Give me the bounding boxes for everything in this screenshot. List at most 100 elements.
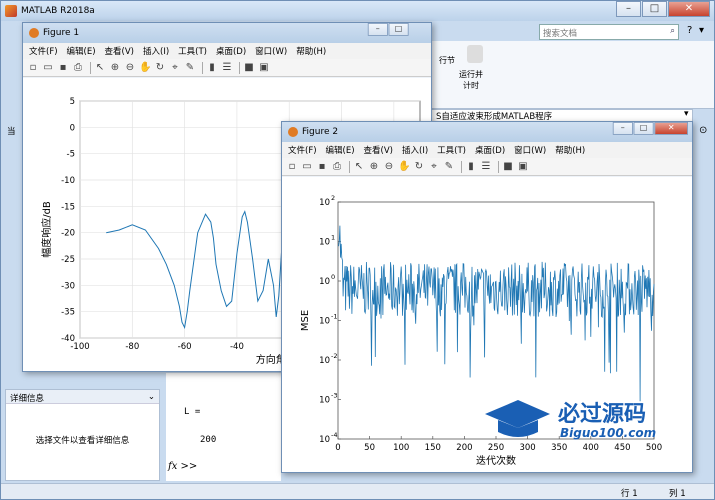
collapse-icon[interactable]: ⌄ (148, 392, 155, 402)
hide-tools-icon[interactable]: ■ (243, 62, 255, 74)
pointer-icon[interactable]: ↖ (94, 62, 106, 74)
new-figure-icon[interactable]: ▫ (27, 62, 39, 74)
pan-icon[interactable]: ✋ (398, 161, 410, 173)
menu-desktop[interactable]: 桌面(D) (216, 45, 246, 57)
zoom-in-icon[interactable]: ⊕ (109, 62, 121, 74)
command-prompt[interactable]: fx >> (168, 461, 197, 472)
ribbon-item-section[interactable]: 行节 (439, 55, 455, 66)
menu-window[interactable]: 窗口(W) (514, 144, 546, 156)
menu-file[interactable]: 文件(F) (29, 45, 58, 57)
y-tick-exponent: 0 (331, 273, 335, 281)
panel-actions-icon[interactable]: ⊙ (699, 125, 707, 136)
status-row: 行 1 (621, 489, 638, 499)
x-tick-label: 300 (519, 443, 535, 453)
command-output-value: 200 (200, 435, 217, 445)
menu-tools[interactable]: 工具(T) (178, 45, 207, 57)
rotate-icon[interactable]: ↻ (154, 62, 166, 74)
menu-file[interactable]: 文件(F) (288, 144, 317, 156)
y-tick-label: -15 (61, 202, 75, 212)
menu-view[interactable]: 查看(V) (105, 45, 134, 57)
x-tick-label: 50 (364, 443, 375, 453)
maximize-button[interactable]: □ (642, 1, 667, 17)
y-tick-label: 10 (319, 198, 330, 208)
graduation-cap-logo (485, 400, 550, 437)
legend-icon[interactable]: ☰ (221, 62, 233, 74)
y-tick-label: 10 (319, 238, 330, 248)
watermark-url: Biguo100.com (560, 426, 657, 440)
y-tick-label: -25 (61, 255, 75, 265)
details-panel: 详细信息 ⌄ 选择文件以查看详细信息 (5, 389, 160, 481)
print-icon[interactable]: ⎙ (72, 62, 84, 74)
expand-icon[interactable]: ▾ (699, 25, 704, 36)
rotate-icon[interactable]: ↻ (413, 161, 425, 173)
figure1-title: Figure 1 (43, 28, 80, 38)
menu-edit[interactable]: 编辑(E) (67, 45, 96, 57)
x-tick-label: 450 (614, 443, 630, 453)
figure2-minimize-button[interactable]: – (612, 122, 633, 135)
y-tick-exponent: 1 (331, 234, 335, 242)
menu-desktop[interactable]: 桌面(D) (475, 144, 505, 156)
figure2-maximize-button[interactable]: □ (633, 122, 654, 135)
brush-icon[interactable]: ✎ (184, 62, 196, 74)
open-icon[interactable]: ▭ (301, 161, 313, 173)
x-tick-label: 400 (583, 443, 599, 453)
figure1-maximize-button[interactable]: □ (388, 23, 409, 36)
menu-window[interactable]: 窗口(W) (255, 45, 287, 57)
menu-help[interactable]: 帮助(H) (296, 45, 326, 57)
print-icon[interactable]: ⎙ (331, 161, 343, 173)
datacursor-icon[interactable]: ⌖ (169, 62, 181, 74)
y-tick-exponent: -1 (331, 313, 337, 321)
search-input[interactable]: 搜索文档 ⌕ (539, 24, 679, 40)
statusbar: 行 1 列 1 (1, 483, 714, 499)
colorbar-icon[interactable]: ▮ (465, 161, 477, 173)
figure2-title: Figure 2 (302, 127, 339, 137)
run-and-time-button[interactable]: 运行并 计时 (459, 69, 483, 91)
menu-insert[interactable]: 插入(I) (143, 45, 169, 57)
pan-icon[interactable]: ✋ (139, 62, 151, 74)
command-window[interactable]: L = 200 fx >> (166, 373, 281, 481)
run-time-icon (467, 45, 483, 63)
figure2-close-button[interactable]: ✕ (654, 122, 688, 135)
figure1-minimize-button[interactable]: – (367, 23, 388, 36)
details-text: 选择文件以查看详细信息 (35, 436, 130, 446)
dock-icon[interactable]: ▣ (517, 161, 529, 173)
y-axis-label: 幅度响应/dB (40, 201, 53, 258)
matlab-logo-icon (5, 5, 17, 17)
menu-edit[interactable]: 编辑(E) (326, 144, 355, 156)
path-dropdown-icon[interactable]: ▾ (684, 109, 689, 119)
zoom-in-icon[interactable]: ⊕ (368, 161, 380, 173)
menu-view[interactable]: 查看(V) (364, 144, 393, 156)
zoom-out-icon[interactable]: ⊖ (383, 161, 395, 173)
save-icon[interactable]: ▪ (316, 161, 328, 173)
save-icon[interactable]: ▪ (57, 62, 69, 74)
close-button[interactable]: ✕ (668, 1, 710, 17)
minimize-button[interactable]: – (616, 1, 641, 17)
menu-tools[interactable]: 工具(T) (437, 144, 466, 156)
figure1-toolbar: ▫ ▭ ▪ ⎙ ↖ ⊕ ⊖ ✋ ↻ ⌖ ✎ ▮ ☰ ■ ▣ (23, 59, 431, 77)
new-figure-icon[interactable]: ▫ (286, 161, 298, 173)
pointer-icon[interactable]: ↖ (353, 161, 365, 173)
brush-icon[interactable]: ✎ (443, 161, 455, 173)
menu-help[interactable]: 帮助(H) (555, 144, 585, 156)
search-icon: ⌕ (670, 26, 675, 36)
zoom-out-icon[interactable]: ⊖ (124, 62, 136, 74)
y-tick-label: 10 (319, 277, 330, 287)
figure2-toolbar: ▫ ▭ ▪ ⎙ ↖ ⊕ ⊖ ✋ ↻ ⌖ ✎ ▮ ☰ ■ ▣ (282, 158, 692, 176)
hide-tools-icon[interactable]: ■ (502, 161, 514, 173)
figure2-menubar: 文件(F) 编辑(E) 查看(V) 插入(I) 工具(T) 桌面(D) 窗口(W… (282, 142, 692, 158)
help-icon[interactable]: ? (687, 25, 692, 36)
search-placeholder: 搜索文档 (543, 29, 578, 39)
datacursor-icon[interactable]: ⌖ (428, 161, 440, 173)
y-tick-label: 5 (70, 97, 75, 107)
main-window-controls: – □ ✕ (615, 1, 710, 17)
y-tick-label: -40 (61, 334, 75, 344)
y-tick-label: 10 (319, 356, 330, 366)
x-tick-label: -80 (125, 342, 139, 352)
menu-insert[interactable]: 插入(I) (402, 144, 428, 156)
colorbar-icon[interactable]: ▮ (206, 62, 218, 74)
dock-icon[interactable]: ▣ (258, 62, 270, 74)
watermark-title: 必过源码 (558, 402, 647, 427)
y-tick-exponent: -4 (331, 431, 337, 439)
open-icon[interactable]: ▭ (42, 62, 54, 74)
legend-icon[interactable]: ☰ (480, 161, 492, 173)
